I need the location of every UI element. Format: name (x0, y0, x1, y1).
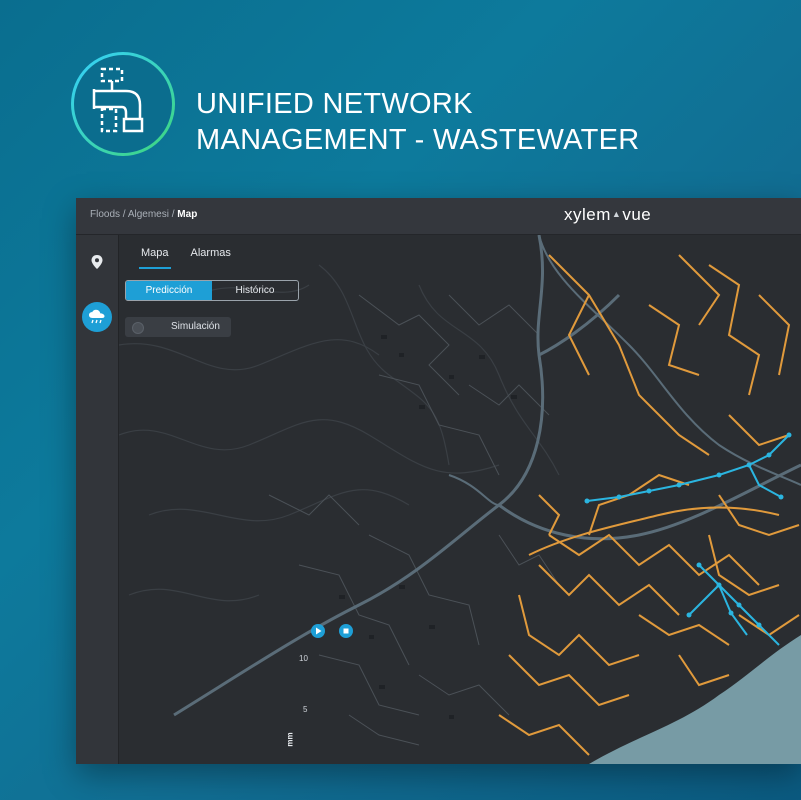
logo-left: xylem (564, 205, 611, 224)
toggle-label: Simulación (171, 321, 220, 332)
tab-alarmas[interactable]: Alarmas (189, 243, 233, 269)
breadcrumb-current: Map (177, 209, 198, 220)
breadcrumb-separator: / (120, 209, 128, 220)
breadcrumb: Floods / Algemesi / Map (90, 209, 197, 220)
segment-historico[interactable]: Histórico (212, 281, 298, 300)
top-bar: Floods / Algemesi / Map xylem▲vue (76, 198, 801, 235)
breadcrumb-algemesi[interactable]: Algemesi (128, 209, 169, 220)
xylem-vue-logo: xylem▲vue (564, 205, 651, 225)
tab-mapa[interactable]: Mapa (139, 243, 171, 269)
scale-label-10: 10 (299, 654, 308, 663)
play-icon (316, 627, 322, 635)
breadcrumb-floods[interactable]: Floods (90, 209, 120, 220)
logo-right: vue (622, 205, 652, 224)
location-pin-icon (91, 255, 103, 269)
play-button[interactable] (311, 624, 325, 638)
hero-title: UNIFIED NETWORK MANAGEMENT - WASTEWATER (196, 86, 640, 158)
app-window: Floods / Algemesi / Map xylem▲vue Mapa A… (76, 198, 801, 764)
scale-unit: mm (285, 732, 295, 747)
simulation-toggle[interactable]: Simulación (125, 317, 231, 337)
logo-mark-icon: ▲ (611, 209, 622, 219)
hero-title-line1: UNIFIED NETWORK (196, 88, 473, 120)
sidebar-item-rain[interactable] (82, 302, 112, 332)
hero-title-line2: MANAGEMENT - WASTEWATER (196, 124, 640, 156)
map-view[interactable]: Mapa Alarmas Predicción Histórico Simula… (119, 235, 801, 764)
view-tabs: Mapa Alarmas (139, 243, 233, 269)
mode-segmented-control: Predicción Histórico (125, 280, 299, 301)
scale-label-5: 5 (303, 705, 308, 714)
pipe-network-icon (71, 52, 175, 156)
segment-prediccion[interactable]: Predicción (126, 281, 212, 300)
rain-cloud-icon (89, 309, 105, 324)
stop-button[interactable] (339, 624, 353, 638)
toggle-knob[interactable] (132, 322, 144, 334)
sidebar-item-location[interactable] (82, 247, 112, 277)
sidebar (76, 235, 119, 764)
stop-icon (343, 628, 349, 634)
map-canvas[interactable] (119, 235, 801, 764)
